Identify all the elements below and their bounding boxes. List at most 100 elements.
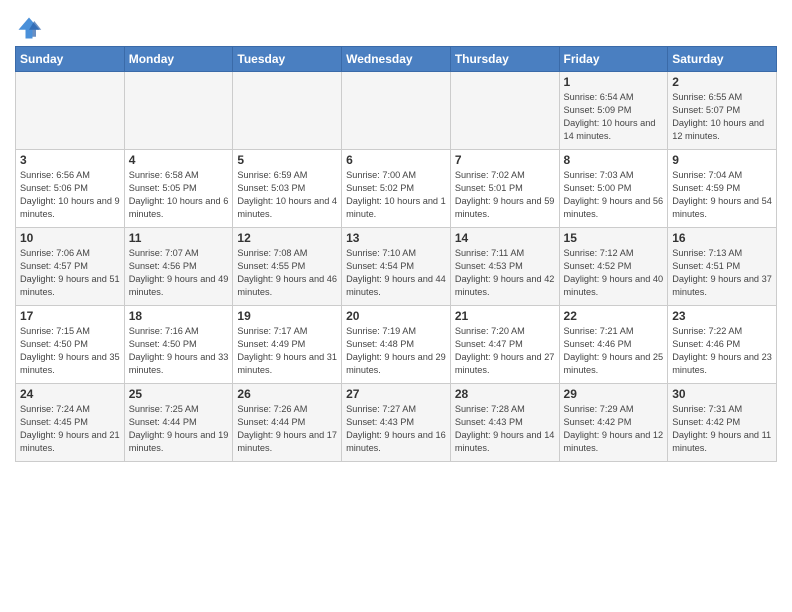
- header-saturday: Saturday: [668, 47, 777, 72]
- day-number: 19: [237, 309, 337, 323]
- day-info: Sunrise: 7:26 AM Sunset: 4:44 PM Dayligh…: [237, 403, 337, 455]
- day-info: Sunrise: 7:13 AM Sunset: 4:51 PM Dayligh…: [672, 247, 772, 299]
- day-info: Sunrise: 6:56 AM Sunset: 5:06 PM Dayligh…: [20, 169, 120, 221]
- day-cell: 10 Sunrise: 7:06 AM Sunset: 4:57 PM Dayli…: [16, 228, 125, 306]
- week-row-3: 10 Sunrise: 7:06 AM Sunset: 4:57 PM Dayli…: [16, 228, 777, 306]
- day-number: 21: [455, 309, 555, 323]
- day-number: 30: [672, 387, 772, 401]
- day-info: Sunrise: 7:28 AM Sunset: 4:43 PM Dayligh…: [455, 403, 555, 455]
- day-number: 14: [455, 231, 555, 245]
- day-cell: [124, 72, 233, 150]
- header-wednesday: Wednesday: [342, 47, 451, 72]
- day-cell: 9 Sunrise: 7:04 AM Sunset: 4:59 PM Daylig…: [668, 150, 777, 228]
- day-info: Sunrise: 7:24 AM Sunset: 4:45 PM Dayligh…: [20, 403, 120, 455]
- day-number: 26: [237, 387, 337, 401]
- header-tuesday: Tuesday: [233, 47, 342, 72]
- calendar-header-row: SundayMondayTuesdayWednesdayThursdayFrid…: [16, 47, 777, 72]
- day-number: 11: [129, 231, 229, 245]
- day-number: 15: [564, 231, 664, 245]
- day-cell: 22Sunrise: 7:21 AM Sunset: 4:46 PM Dayli…: [559, 306, 668, 384]
- header: [15, 10, 777, 42]
- day-info: Sunrise: 7:00 AM Sunset: 5:02 PM Dayligh…: [346, 169, 446, 221]
- day-number: 8: [564, 153, 664, 167]
- day-cell: [16, 72, 125, 150]
- day-cell: 26 Sunrise: 7:26 AM Sunset: 4:44 PM Dayli…: [233, 384, 342, 462]
- day-info: Sunrise: 6:55 AM Sunset: 5:07 PM Dayligh…: [672, 91, 772, 143]
- day-number: 10: [20, 231, 120, 245]
- day-info: Sunrise: 7:20 AM Sunset: 4:47 PM Dayligh…: [455, 325, 555, 377]
- day-number: 24: [20, 387, 120, 401]
- day-cell: [233, 72, 342, 150]
- day-number: 1: [564, 75, 664, 89]
- day-number: 12: [237, 231, 337, 245]
- day-cell: 15 Sunrise: 7:12 AM Sunset: 4:52 PM Dayli…: [559, 228, 668, 306]
- day-number: 4: [129, 153, 229, 167]
- day-number: 6: [346, 153, 446, 167]
- day-cell: 16 Sunrise: 7:13 AM Sunset: 4:51 PM Dayli…: [668, 228, 777, 306]
- day-number: 27: [346, 387, 446, 401]
- day-number: 17: [20, 309, 120, 323]
- logo-icon: [15, 14, 43, 42]
- day-info: Sunrise: 7:04 AM Sunset: 4:59 PM Dayligh…: [672, 169, 772, 221]
- day-cell: 17Sunrise: 7:15 AM Sunset: 4:50 PM Dayli…: [16, 306, 125, 384]
- day-info: Sunrise: 7:12 AM Sunset: 4:52 PM Dayligh…: [564, 247, 664, 299]
- day-number: 16: [672, 231, 772, 245]
- day-cell: 30 Sunrise: 7:31 AM Sunset: 4:42 PM Dayli…: [668, 384, 777, 462]
- day-info: Sunrise: 6:54 AM Sunset: 5:09 PM Dayligh…: [564, 91, 664, 143]
- day-cell: 3Sunrise: 6:56 AM Sunset: 5:06 PM Daylig…: [16, 150, 125, 228]
- day-info: Sunrise: 6:58 AM Sunset: 5:05 PM Dayligh…: [129, 169, 229, 221]
- day-number: 28: [455, 387, 555, 401]
- week-row-4: 17Sunrise: 7:15 AM Sunset: 4:50 PM Dayli…: [16, 306, 777, 384]
- day-cell: 23Sunrise: 7:22 AM Sunset: 4:46 PM Dayli…: [668, 306, 777, 384]
- day-info: Sunrise: 7:29 AM Sunset: 4:42 PM Dayligh…: [564, 403, 664, 455]
- day-info: Sunrise: 7:31 AM Sunset: 4:42 PM Dayligh…: [672, 403, 772, 455]
- day-info: Sunrise: 7:17 AM Sunset: 4:49 PM Dayligh…: [237, 325, 337, 377]
- day-cell: 29 Sunrise: 7:29 AM Sunset: 4:42 PM Dayli…: [559, 384, 668, 462]
- day-cell: 8Sunrise: 7:03 AM Sunset: 5:00 PM Daylig…: [559, 150, 668, 228]
- day-info: Sunrise: 7:27 AM Sunset: 4:43 PM Dayligh…: [346, 403, 446, 455]
- header-sunday: Sunday: [16, 47, 125, 72]
- day-info: Sunrise: 7:21 AM Sunset: 4:46 PM Dayligh…: [564, 325, 664, 377]
- day-cell: 18 Sunrise: 7:16 AM Sunset: 4:50 PM Dayli…: [124, 306, 233, 384]
- day-info: Sunrise: 7:08 AM Sunset: 4:55 PM Dayligh…: [237, 247, 337, 299]
- day-info: Sunrise: 7:02 AM Sunset: 5:01 PM Dayligh…: [455, 169, 555, 221]
- day-info: Sunrise: 7:07 AM Sunset: 4:56 PM Dayligh…: [129, 247, 229, 299]
- day-number: 9: [672, 153, 772, 167]
- day-cell: 5Sunrise: 6:59 AM Sunset: 5:03 PM Daylig…: [233, 150, 342, 228]
- day-number: 5: [237, 153, 337, 167]
- day-cell: 2 Sunrise: 6:55 AM Sunset: 5:07 PM Daylig…: [668, 72, 777, 150]
- day-info: Sunrise: 7:06 AM Sunset: 4:57 PM Dayligh…: [20, 247, 120, 299]
- day-info: Sunrise: 7:16 AM Sunset: 4:50 PM Dayligh…: [129, 325, 229, 377]
- day-info: Sunrise: 7:25 AM Sunset: 4:44 PM Dayligh…: [129, 403, 229, 455]
- day-cell: 25Sunrise: 7:25 AM Sunset: 4:44 PM Dayli…: [124, 384, 233, 462]
- day-cell: 13 Sunrise: 7:10 AM Sunset: 4:54 PM Dayli…: [342, 228, 451, 306]
- day-cell: 14 Sunrise: 7:11 AM Sunset: 4:53 PM Dayli…: [450, 228, 559, 306]
- day-cell: 6 Sunrise: 7:00 AM Sunset: 5:02 PM Daylig…: [342, 150, 451, 228]
- week-row-5: 24 Sunrise: 7:24 AM Sunset: 4:45 PM Dayli…: [16, 384, 777, 462]
- day-number: 7: [455, 153, 555, 167]
- day-cell: 19 Sunrise: 7:17 AM Sunset: 4:49 PM Dayli…: [233, 306, 342, 384]
- week-row-2: 3Sunrise: 6:56 AM Sunset: 5:06 PM Daylig…: [16, 150, 777, 228]
- day-info: Sunrise: 7:11 AM Sunset: 4:53 PM Dayligh…: [455, 247, 555, 299]
- page-container: SundayMondayTuesdayWednesdayThursdayFrid…: [0, 0, 792, 467]
- day-number: 18: [129, 309, 229, 323]
- day-number: 13: [346, 231, 446, 245]
- day-number: 2: [672, 75, 772, 89]
- day-info: Sunrise: 7:10 AM Sunset: 4:54 PM Dayligh…: [346, 247, 446, 299]
- day-number: 20: [346, 309, 446, 323]
- day-cell: 4 Sunrise: 6:58 AM Sunset: 5:05 PM Daylig…: [124, 150, 233, 228]
- day-cell: 20 Sunrise: 7:19 AM Sunset: 4:48 PM Dayli…: [342, 306, 451, 384]
- week-row-1: 1 Sunrise: 6:54 AM Sunset: 5:09 PM Daylig…: [16, 72, 777, 150]
- header-thursday: Thursday: [450, 47, 559, 72]
- day-cell: 7 Sunrise: 7:02 AM Sunset: 5:01 PM Daylig…: [450, 150, 559, 228]
- logo: [15, 14, 45, 42]
- day-info: Sunrise: 7:22 AM Sunset: 4:46 PM Dayligh…: [672, 325, 772, 377]
- day-cell: 1 Sunrise: 6:54 AM Sunset: 5:09 PM Daylig…: [559, 72, 668, 150]
- day-number: 29: [564, 387, 664, 401]
- day-cell: 11 Sunrise: 7:07 AM Sunset: 4:56 PM Dayli…: [124, 228, 233, 306]
- header-friday: Friday: [559, 47, 668, 72]
- header-monday: Monday: [124, 47, 233, 72]
- day-info: Sunrise: 7:19 AM Sunset: 4:48 PM Dayligh…: [346, 325, 446, 377]
- day-cell: [342, 72, 451, 150]
- day-cell: 28 Sunrise: 7:28 AM Sunset: 4:43 PM Dayli…: [450, 384, 559, 462]
